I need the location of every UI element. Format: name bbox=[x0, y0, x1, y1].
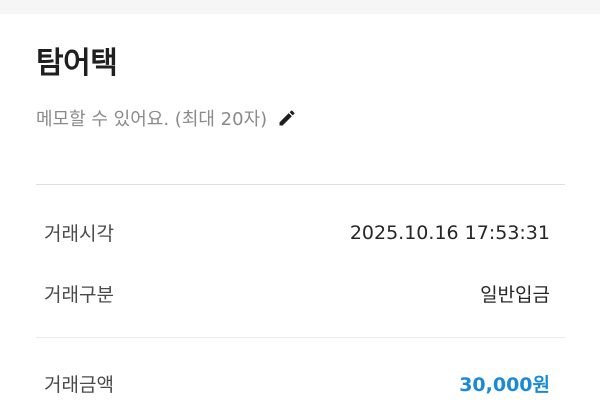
detail-row-type: 거래구분 일반입금 bbox=[44, 280, 550, 307]
detail-value: 일반입금 bbox=[480, 284, 550, 306]
detail-value: 2025.10.16 17:53:31 bbox=[349, 221, 550, 244]
detail-label: 거래시각 bbox=[44, 223, 114, 245]
detail-label: 거래구분 bbox=[44, 284, 114, 306]
amount-value: 30,000원 bbox=[459, 374, 550, 396]
pencil-icon[interactable] bbox=[277, 108, 297, 128]
amount-row: 거래금액 30,000원 bbox=[44, 370, 550, 397]
section-divider bbox=[36, 184, 565, 185]
top-edge bbox=[0, 0, 600, 14]
amount-label: 거래금액 bbox=[44, 374, 114, 396]
memo-edit-area[interactable]: 메모할 수 있어요. (최대 20자) bbox=[36, 105, 297, 131]
detail-row-time: 거래시각 2025.10.16 17:53:31 bbox=[44, 219, 550, 246]
memo-placeholder[interactable]: 메모할 수 있어요. (최대 20자) bbox=[36, 105, 267, 131]
page-title: 탐어택 bbox=[36, 46, 118, 81]
amount-divider bbox=[36, 337, 565, 338]
